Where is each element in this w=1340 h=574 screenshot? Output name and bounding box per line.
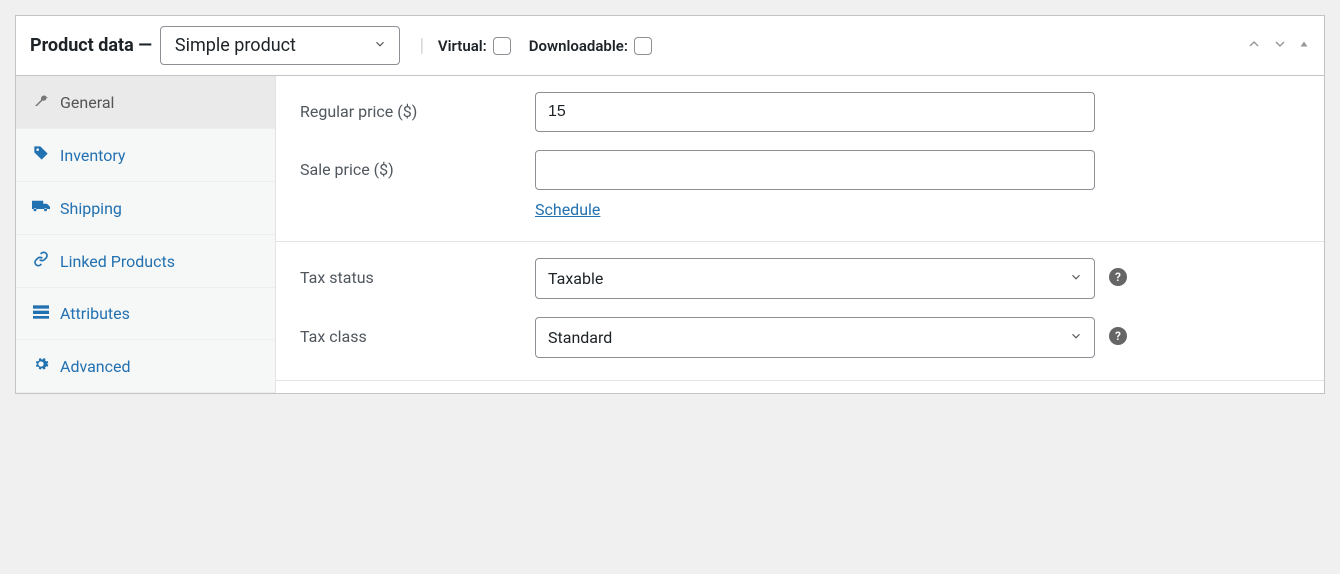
tab-shipping[interactable]: Shipping (16, 182, 275, 235)
product-type-toggles: Virtual: Downloadable: (438, 37, 652, 55)
panel-title: Product data — (30, 35, 152, 56)
help-icon[interactable]: ? (1109, 327, 1127, 345)
collapse-toggle-icon[interactable] (1298, 38, 1310, 54)
tax-status-row: Tax status Taxable ? (300, 258, 1300, 299)
tax-section: Tax status Taxable ? (276, 242, 1324, 381)
help-icon[interactable]: ? (1109, 268, 1127, 286)
product-type-select[interactable]: Simple product (160, 26, 400, 65)
tax-status-select[interactable]: Taxable (535, 258, 1095, 299)
tabs-sidebar: General Inventory Shipping Linked Produc… (16, 76, 276, 393)
panel-header: Product data — Simple product | Virtual:… (16, 16, 1324, 76)
tab-attributes[interactable]: Attributes (16, 288, 275, 340)
tax-status-help: ? (1109, 258, 1127, 286)
tax-class-label: Tax class (300, 317, 535, 346)
tab-label: General (60, 93, 114, 112)
wrench-icon (32, 92, 50, 112)
sale-price-label: Sale price ($) (300, 150, 535, 179)
link-icon (32, 251, 50, 271)
tax-class-value: Standard (548, 328, 612, 347)
tab-general[interactable]: General (16, 76, 275, 129)
tax-class-select[interactable]: Standard (535, 317, 1095, 358)
regular-price-label: Regular price ($) (300, 92, 535, 121)
schedule-link[interactable]: Schedule (535, 200, 600, 219)
truck-icon (32, 198, 50, 218)
tax-status-label: Tax status (300, 258, 535, 287)
panel-body: General Inventory Shipping Linked Produc… (16, 76, 1324, 393)
virtual-label: Virtual: (438, 37, 487, 55)
tab-inventory[interactable]: Inventory (16, 129, 275, 182)
tab-label: Attributes (60, 304, 130, 323)
tab-content: Regular price ($) Sale price ($) Schedul… (276, 76, 1324, 393)
move-down-icon[interactable] (1272, 36, 1288, 56)
sale-price-input[interactable] (535, 150, 1095, 190)
downloadable-toggle: Downloadable: (529, 37, 652, 55)
tax-class-row: Tax class Standard ? (300, 317, 1300, 358)
product-type-value: Simple product (175, 35, 296, 56)
tab-label: Advanced (60, 357, 131, 376)
product-data-panel: Product data — Simple product | Virtual:… (15, 15, 1325, 394)
cog-icon (32, 356, 50, 376)
virtual-checkbox[interactable] (493, 37, 511, 55)
pricing-section: Regular price ($) Sale price ($) Schedul… (276, 76, 1324, 242)
regular-price-input[interactable] (535, 92, 1095, 132)
tax-status-value: Taxable (548, 269, 603, 288)
tab-label: Linked Products (60, 252, 175, 271)
tab-label: Shipping (60, 199, 122, 218)
sale-price-row: Sale price ($) Schedule (300, 150, 1300, 219)
tab-advanced[interactable]: Advanced (16, 340, 275, 393)
regular-price-row: Regular price ($) (300, 92, 1300, 132)
downloadable-checkbox[interactable] (634, 37, 652, 55)
downloadable-label: Downloadable: (529, 37, 628, 55)
virtual-toggle: Virtual: (438, 37, 511, 55)
tag-icon (32, 145, 50, 165)
tax-class-help: ? (1109, 317, 1127, 345)
tab-linked-products[interactable]: Linked Products (16, 235, 275, 288)
chevron-down-icon (373, 37, 387, 55)
separator: | (420, 35, 424, 56)
panel-controls (1246, 36, 1310, 56)
list-icon (32, 304, 50, 323)
tab-label: Inventory (60, 146, 126, 165)
move-up-icon[interactable] (1246, 36, 1262, 56)
